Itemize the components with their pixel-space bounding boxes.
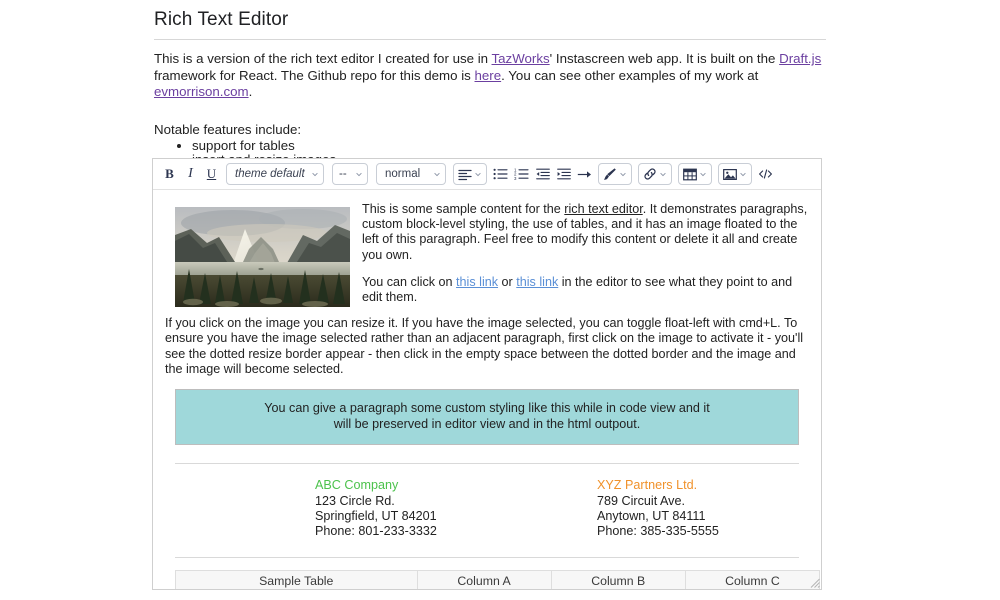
chevron-down-icon — [475, 172, 481, 177]
link-draftjs[interactable]: Draft.js — [779, 51, 821, 66]
link-evmorrison[interactable]: evmorrison.com — [154, 84, 249, 99]
features-label: Notable features include: — [154, 121, 302, 137]
chevron-down-icon — [700, 172, 706, 177]
code-view-button[interactable] — [755, 163, 776, 185]
intro-text-2: ' Instascreen web app. It is built on th… — [549, 51, 780, 66]
image-dropdown-button[interactable] — [718, 163, 752, 185]
font-size-select[interactable]: -- — [332, 163, 368, 185]
block-type-select-value: normal — [385, 168, 421, 180]
para1-underlined-text: rich text editor — [564, 202, 643, 216]
list-item: support for tables — [192, 139, 826, 153]
link-here[interactable]: here — [475, 68, 502, 83]
align-dropdown-button[interactable] — [453, 163, 487, 185]
sample-table: Sample Table Column A Column B Column C … — [175, 570, 821, 589]
editor-link-1[interactable]: this link — [456, 275, 498, 289]
image-icon — [723, 168, 737, 180]
code-icon — [759, 169, 772, 179]
table-icon — [683, 168, 697, 180]
intro-section: Rich Text Editor This is a version of th… — [154, 8, 826, 181]
intro-text-1: This is a version of the rich text edito… — [154, 51, 492, 66]
address-phone: Phone: 385-335-5555 — [597, 524, 719, 539]
bullet-list-icon — [493, 168, 508, 180]
page-root: Rich Text Editor This is a version of th… — [0, 0, 1000, 600]
intro-paragraph: This is a version of the rich text edito… — [154, 51, 826, 101]
intro-text-3: framework for React. The Github repo for… — [154, 67, 475, 83]
content-image[interactable] — [175, 207, 350, 307]
chevron-down-icon — [434, 172, 440, 177]
theme-select-value: theme default — [235, 168, 305, 180]
intro-text-4: . You can see other examples of my work … — [501, 67, 759, 83]
para1-text-a: This is some sample content for the — [362, 202, 565, 216]
ordered-list-button[interactable]: 123 — [511, 163, 532, 185]
para2-text-a: You can click on — [362, 274, 457, 289]
content-divider-2 — [175, 557, 799, 559]
text-color-dropdown-button[interactable] — [598, 163, 632, 185]
custom-styled-callout: You can give a paragraph some custom sty… — [175, 389, 799, 446]
editor-link-2[interactable]: this link — [516, 275, 558, 289]
editor-toolbar: B I U theme default -- normal 1 2 3 — [153, 159, 821, 190]
resize-handle-icon[interactable] — [807, 575, 820, 588]
arrow-right-button[interactable] — [574, 163, 595, 185]
indent-increase-icon — [556, 168, 571, 180]
numbered-list-icon: 123 — [514, 168, 529, 180]
underline-button[interactable]: U — [201, 163, 222, 185]
address-line: Springfield, UT 84201 — [315, 509, 437, 524]
rich-text-editor: B I U theme default -- normal 1 2 3 This… — [152, 158, 822, 590]
bold-button[interactable]: B — [159, 163, 180, 185]
address-line: 123 Circle Rd. — [315, 494, 395, 509]
table-header-cell: Sample Table — [175, 570, 418, 589]
align-left-icon — [458, 169, 472, 180]
link-icon — [644, 168, 656, 180]
address-phone: Phone: 801-233-3332 — [315, 524, 437, 539]
arrow-right-icon — [577, 170, 591, 178]
page-title: Rich Text Editor — [154, 9, 289, 30]
title-divider — [154, 39, 826, 40]
theme-select[interactable]: theme default — [226, 163, 324, 185]
italic-button[interactable]: I — [180, 163, 201, 185]
company-name: XYZ Partners Ltd. — [597, 478, 698, 493]
paint-brush-icon — [603, 168, 616, 180]
indent-decrease-button[interactable] — [532, 163, 553, 185]
intro-text-5: . — [248, 84, 253, 99]
content-divider-1 — [175, 463, 799, 465]
chevron-down-icon — [620, 172, 626, 177]
callout-line-1: You can give a paragraph some custom sty… — [264, 401, 710, 416]
company-name: ABC Company — [315, 478, 399, 493]
indent-decrease-icon — [535, 168, 550, 180]
address-block-abc: ABC Company 123 Circle Rd. Springfield, … — [175, 477, 487, 539]
unordered-list-button[interactable] — [490, 163, 511, 185]
address-row: ABC Company 123 Circle Rd. Springfield, … — [165, 477, 809, 539]
indent-increase-button[interactable] — [553, 163, 574, 185]
font-size-select-value: -- — [339, 168, 347, 180]
editor-content-area[interactable]: This is some sample content for the rich… — [153, 190, 821, 589]
chevron-down-icon — [312, 172, 318, 177]
table-header-cell: Column B — [550, 570, 686, 589]
address-block-xyz: XYZ Partners Ltd. 789 Circuit Ave. Anyto… — [487, 477, 799, 539]
table-header-row: Sample Table Column A Column B Column C — [175, 570, 821, 589]
table-header-cell: Column C — [684, 570, 821, 589]
chevron-down-icon — [356, 172, 362, 177]
para2-text-b: or — [498, 274, 517, 289]
chevron-down-icon — [660, 172, 666, 177]
table-dropdown-button[interactable] — [678, 163, 712, 185]
link-tazworks[interactable]: TazWorks — [492, 51, 550, 66]
callout-line-2: will be preserved in editor view and in … — [333, 416, 641, 431]
editor-paragraph-3: If you click on the image you can resize… — [165, 316, 804, 376]
table-header-cell: Column A — [416, 570, 552, 589]
address-line: 789 Circuit Ave. — [597, 494, 685, 509]
chevron-down-icon — [740, 172, 746, 177]
svg-text:3: 3 — [514, 176, 517, 180]
address-line: Anytown, UT 84111 — [597, 509, 706, 524]
link-dropdown-button[interactable] — [638, 163, 672, 185]
block-type-select[interactable]: normal — [376, 163, 446, 185]
